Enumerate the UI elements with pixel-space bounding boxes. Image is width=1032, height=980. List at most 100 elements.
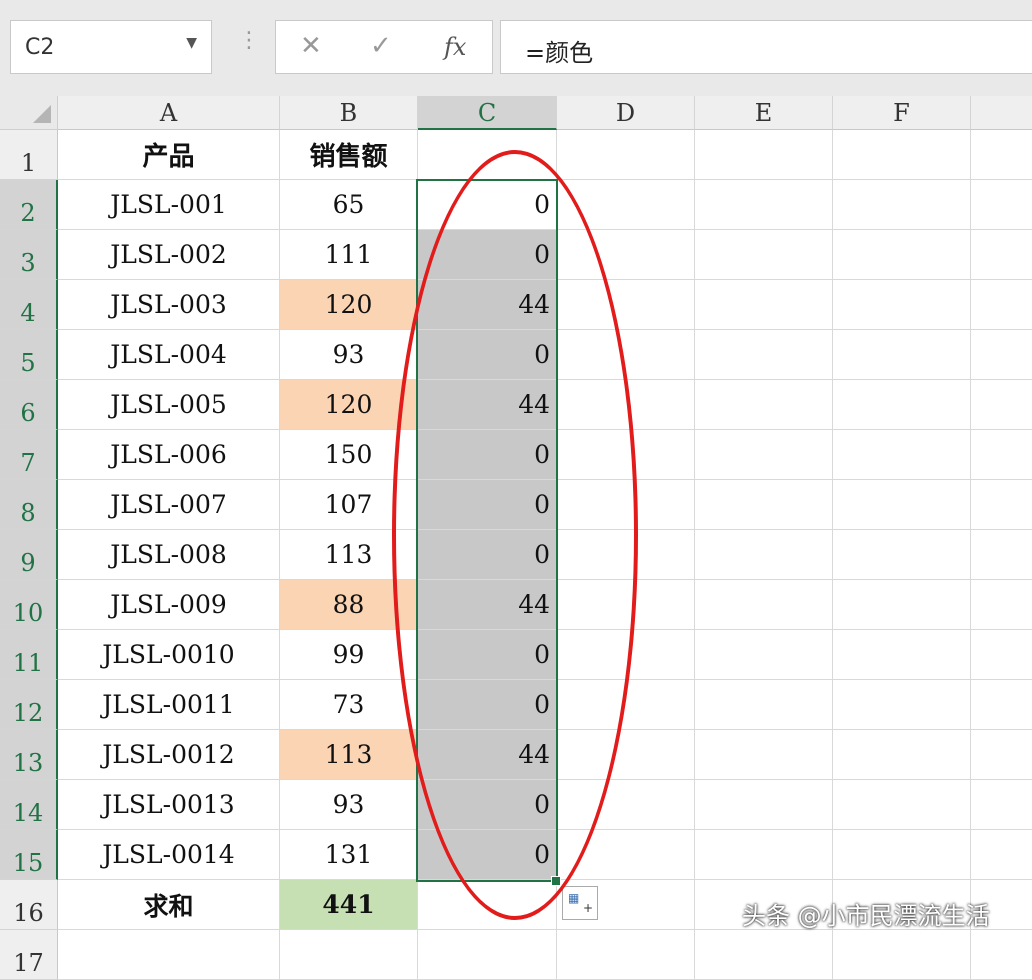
cell[interactable] bbox=[695, 580, 833, 630]
cell-c13[interactable]: 44 bbox=[418, 730, 557, 780]
column-header-c[interactable]: C bbox=[418, 96, 557, 130]
check-icon[interactable]: ✓ bbox=[370, 31, 392, 61]
cell-a2[interactable]: JLSL-001 bbox=[58, 180, 280, 230]
cell-a13[interactable]: JLSL-0012 bbox=[58, 730, 280, 780]
cell-b11[interactable]: 99 bbox=[280, 630, 418, 680]
cell-b5[interactable]: 93 bbox=[280, 330, 418, 380]
cell[interactable] bbox=[695, 130, 833, 180]
cell-a6[interactable]: JLSL-005 bbox=[58, 380, 280, 430]
row-header-8[interactable]: 8 bbox=[0, 480, 58, 530]
cell[interactable] bbox=[695, 730, 833, 780]
row-header-12[interactable]: 12 bbox=[0, 680, 58, 730]
cell[interactable] bbox=[695, 630, 833, 680]
cell[interactable] bbox=[418, 930, 557, 980]
cell[interactable] bbox=[557, 730, 695, 780]
column-header-e[interactable]: E bbox=[695, 96, 833, 130]
cell-a12[interactable]: JLSL-0011 bbox=[58, 680, 280, 730]
row-header-11[interactable]: 11 bbox=[0, 630, 58, 680]
cell-a10[interactable]: JLSL-009 bbox=[58, 580, 280, 630]
cell-c5[interactable]: 0 bbox=[418, 330, 557, 380]
cell-c8[interactable]: 0 bbox=[418, 480, 557, 530]
cell[interactable] bbox=[833, 280, 971, 330]
cell[interactable] bbox=[971, 730, 1032, 780]
cell[interactable] bbox=[557, 780, 695, 830]
cell[interactable] bbox=[833, 480, 971, 530]
cell[interactable] bbox=[557, 330, 695, 380]
column-header-f[interactable]: F bbox=[833, 96, 971, 130]
quick-analysis-button[interactable]: ▦ + bbox=[562, 886, 598, 920]
cell-c15[interactable]: 0 bbox=[418, 830, 557, 880]
cell[interactable] bbox=[557, 930, 695, 980]
row-header-1[interactable]: 1 bbox=[0, 130, 58, 180]
cell[interactable] bbox=[833, 930, 971, 980]
cell[interactable] bbox=[833, 830, 971, 880]
cell-c7[interactable]: 0 bbox=[418, 430, 557, 480]
cell[interactable] bbox=[557, 280, 695, 330]
row-header-15[interactable]: 15 bbox=[0, 830, 58, 880]
cell-a15[interactable]: JLSL-0014 bbox=[58, 830, 280, 880]
cell-b14[interactable]: 93 bbox=[280, 780, 418, 830]
row-header-14[interactable]: 14 bbox=[0, 780, 58, 830]
cancel-icon[interactable]: ✕ bbox=[300, 31, 322, 61]
drag-handle-icon[interactable]: ⋮ bbox=[238, 30, 260, 52]
cell[interactable] bbox=[418, 130, 557, 180]
cell[interactable] bbox=[833, 680, 971, 730]
row-header-9[interactable]: 9 bbox=[0, 530, 58, 580]
cell[interactable] bbox=[833, 530, 971, 580]
insert-function-icon[interactable]: fx bbox=[444, 33, 466, 61]
cell-a8[interactable]: JLSL-007 bbox=[58, 480, 280, 530]
cell[interactable] bbox=[833, 180, 971, 230]
cell[interactable] bbox=[833, 230, 971, 280]
cell[interactable] bbox=[971, 630, 1032, 680]
cell-b1[interactable]: 销售额 bbox=[280, 130, 418, 180]
row-header-17[interactable]: 17 bbox=[0, 930, 58, 980]
cell[interactable] bbox=[833, 130, 971, 180]
cell-c4[interactable]: 44 bbox=[418, 280, 557, 330]
name-box[interactable]: C2 ▼ bbox=[10, 20, 212, 74]
formula-input[interactable]: =颜色 bbox=[500, 20, 1032, 74]
cell[interactable] bbox=[695, 930, 833, 980]
cell[interactable] bbox=[971, 530, 1032, 580]
cell[interactable] bbox=[557, 830, 695, 880]
cell[interactable] bbox=[557, 430, 695, 480]
row-header-3[interactable]: 3 bbox=[0, 230, 58, 280]
cell[interactable] bbox=[557, 580, 695, 630]
cell[interactable] bbox=[695, 230, 833, 280]
cell[interactable] bbox=[557, 230, 695, 280]
cell-b9[interactable]: 113 bbox=[280, 530, 418, 580]
cell-b10[interactable]: 88 bbox=[280, 580, 418, 630]
cell[interactable] bbox=[833, 380, 971, 430]
cell-b6[interactable]: 120 bbox=[280, 380, 418, 430]
cell-b12[interactable]: 73 bbox=[280, 680, 418, 730]
cell[interactable] bbox=[833, 730, 971, 780]
cell[interactable] bbox=[557, 630, 695, 680]
cell-a11[interactable]: JLSL-0010 bbox=[58, 630, 280, 680]
cell-c14[interactable]: 0 bbox=[418, 780, 557, 830]
cell-a16[interactable]: 求和 bbox=[58, 880, 280, 930]
cell[interactable] bbox=[971, 930, 1032, 980]
cell[interactable] bbox=[557, 130, 695, 180]
cell[interactable] bbox=[695, 780, 833, 830]
row-header-4[interactable]: 4 bbox=[0, 280, 58, 330]
cell-c9[interactable]: 0 bbox=[418, 530, 557, 580]
row-header-13[interactable]: 13 bbox=[0, 730, 58, 780]
cell-b4[interactable]: 120 bbox=[280, 280, 418, 330]
cell-b3[interactable]: 111 bbox=[280, 230, 418, 280]
cell[interactable] bbox=[833, 780, 971, 830]
cell[interactable] bbox=[971, 580, 1032, 630]
cell-c3[interactable]: 0 bbox=[418, 230, 557, 280]
cell[interactable] bbox=[833, 580, 971, 630]
column-header-a[interactable]: A bbox=[58, 96, 280, 130]
cell[interactable] bbox=[971, 180, 1032, 230]
cell-c6[interactable]: 44 bbox=[418, 380, 557, 430]
cell-a14[interactable]: JLSL-0013 bbox=[58, 780, 280, 830]
cell[interactable] bbox=[695, 280, 833, 330]
row-header-5[interactable]: 5 bbox=[0, 330, 58, 380]
cell[interactable] bbox=[971, 330, 1032, 380]
cell-b2[interactable]: 65 bbox=[280, 180, 418, 230]
cell-b7[interactable]: 150 bbox=[280, 430, 418, 480]
cell-c10[interactable]: 44 bbox=[418, 580, 557, 630]
cell[interactable] bbox=[280, 930, 418, 980]
row-header-2[interactable]: 2 bbox=[0, 180, 58, 230]
cell[interactable] bbox=[971, 830, 1032, 880]
